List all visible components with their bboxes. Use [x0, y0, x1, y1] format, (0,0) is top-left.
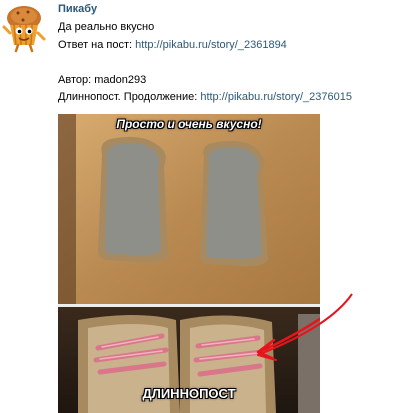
pikabu-cupcake-mascot-icon[interactable] — [0, 3, 48, 53]
post-text-line-1: Да реально вкусно — [58, 21, 155, 33]
photo-caption-top: Просто и очень вкусно! — [116, 117, 262, 131]
reply-label: Ответ на пост: — [58, 39, 136, 51]
wall-post: Пикабу Да реально вкусно Ответ на пост: … — [0, 0, 400, 413]
reply-story-link[interactable]: http://pikabu.ru/story/_2361894 — [135, 39, 287, 51]
continuation-story-link[interactable]: http://pikabu.ru/story/_2376015 — [200, 91, 352, 103]
post-reply-line: Ответ на пост: http://pikabu.ru/story/_2… — [58, 39, 287, 52]
post-author-link[interactable]: Пикабу — [58, 3, 97, 15]
post-continuation-line: Длиннопост. Продолжение: http://pikabu.r… — [58, 91, 352, 104]
post-author-line: Автор: madon293 — [58, 74, 147, 86]
continuation-label: Длиннопост. Продолжение: — [58, 91, 201, 103]
photo-caption-bottom: ДЛИННОПОСТ — [142, 386, 236, 401]
red-arrow-annotation-icon — [257, 293, 353, 361]
